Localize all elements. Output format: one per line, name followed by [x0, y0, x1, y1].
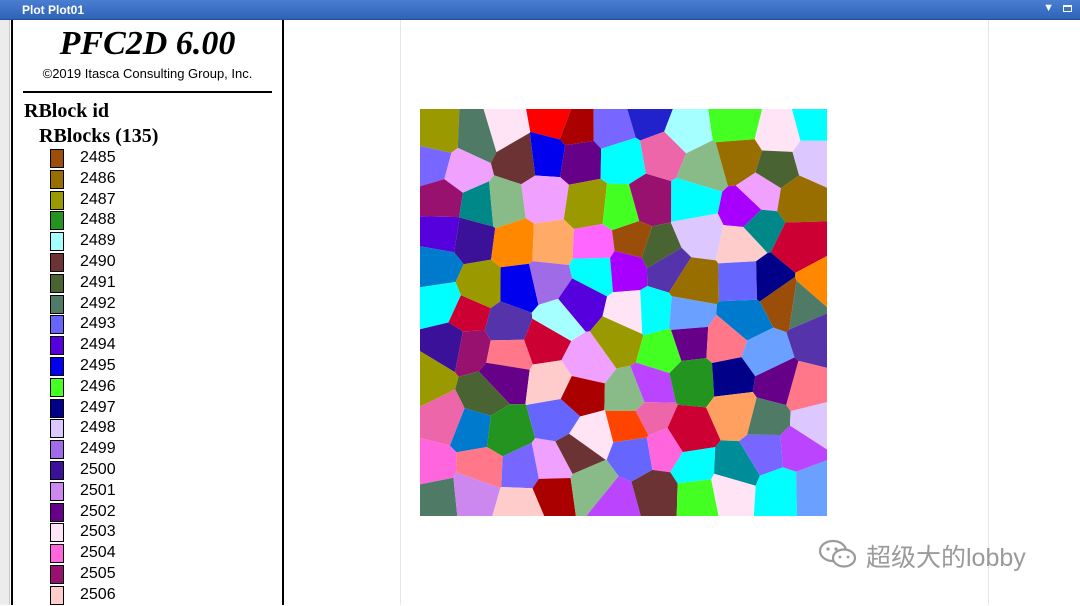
legend-swatch — [50, 564, 64, 584]
legend-swatch — [50, 211, 64, 231]
legend-swatch — [50, 336, 64, 356]
rblock-plot[interactable] — [420, 109, 827, 516]
legend-entry-label: 2485 — [80, 149, 116, 166]
legend-swatch — [50, 460, 64, 480]
view-guide-line — [988, 20, 989, 605]
legend-entry-label: 2494 — [80, 336, 116, 354]
watermark: 超级大的lobby — [818, 536, 1058, 572]
legend-entry-label: 2487 — [80, 190, 116, 208]
legend-item-title: RBlock id — [24, 100, 110, 122]
legend-swatch — [50, 356, 64, 376]
legend-item-subtitle: RBlocks (135) — [39, 125, 159, 147]
legend-entry-label: 2495 — [80, 356, 116, 374]
legend-entry-label: 2500 — [80, 460, 116, 478]
rblock-cell — [708, 109, 763, 143]
minimize-window-icon[interactable] — [1063, 5, 1072, 12]
legend-entry-label: 2496 — [80, 377, 116, 395]
legend-entry-label: 2505 — [80, 564, 116, 582]
window-title: Plot Plot01 — [22, 3, 85, 17]
plot-window-titlebar: Plot Plot01 ▼ — [0, 0, 1080, 20]
legend-entry-label: 2488 — [80, 211, 116, 229]
plot-legend: PFC2D 6.00 ©2019 Itasca Consulting Group… — [11, 20, 284, 605]
copyright-text: ©2019 Itasca Consulting Group, Inc. — [42, 66, 253, 81]
legend-entry-label: 2491 — [80, 273, 116, 291]
rblock-cell — [420, 216, 460, 253]
legend-swatch — [50, 544, 64, 564]
legend-swatch — [50, 294, 64, 314]
rblock-cell — [420, 109, 460, 153]
legend-swatch — [50, 440, 64, 460]
watermark-text: 超级大的lobby — [866, 544, 1026, 572]
rblock-cell — [420, 477, 458, 516]
view-guide-line — [400, 20, 401, 605]
rblock-cell — [754, 109, 801, 152]
rblock-cell — [532, 219, 574, 265]
legend-swatch — [50, 523, 64, 543]
left-dock-edge — [0, 20, 10, 605]
legend-entry-label: 2502 — [80, 502, 116, 520]
legend-swatch — [50, 502, 64, 522]
legend-swatch — [50, 315, 64, 335]
legend-entry-label: 2501 — [80, 481, 116, 499]
legend-entry-label: 2489 — [80, 232, 116, 250]
legend-divider — [23, 91, 272, 93]
legend-entry-label: 2506 — [80, 585, 116, 603]
legend-swatch — [50, 252, 64, 272]
legend-entry-label: 2503 — [80, 523, 116, 541]
rblock-cell — [560, 140, 602, 185]
app-name: PFC2D 6.00 — [59, 25, 236, 62]
legend-swatch — [50, 585, 64, 605]
legend-swatch — [50, 169, 64, 189]
legend-entry-label: 2490 — [80, 252, 116, 270]
legend-swatch — [50, 398, 64, 418]
legend-entry-label: 2498 — [80, 419, 116, 437]
legend-entry-label: 2492 — [80, 294, 116, 312]
legend-swatch — [50, 419, 64, 439]
legend-swatch — [50, 149, 64, 168]
legend-swatch — [50, 190, 64, 210]
legend-entry-label: 2499 — [80, 440, 116, 458]
legend-entry-label: 2504 — [80, 544, 116, 562]
rblock-cell — [572, 224, 615, 259]
legend-swatch — [50, 377, 64, 397]
rblock-cell — [563, 178, 607, 229]
wechat-icon — [818, 539, 857, 568]
rblock-cell — [718, 261, 757, 302]
legend-entry-label: 2497 — [80, 398, 116, 416]
legend-entry-label: 2493 — [80, 315, 116, 333]
dropdown-arrow-icon[interactable]: ▼ — [1043, 2, 1054, 14]
legend-swatch — [50, 481, 64, 501]
legend-swatch — [50, 273, 64, 293]
rblock-cell — [640, 286, 672, 336]
legend-entry-label: 2486 — [80, 169, 116, 187]
legend-swatch — [50, 232, 64, 252]
rblock-voronoi-cells — [420, 109, 827, 516]
rblock-cell — [521, 175, 569, 224]
